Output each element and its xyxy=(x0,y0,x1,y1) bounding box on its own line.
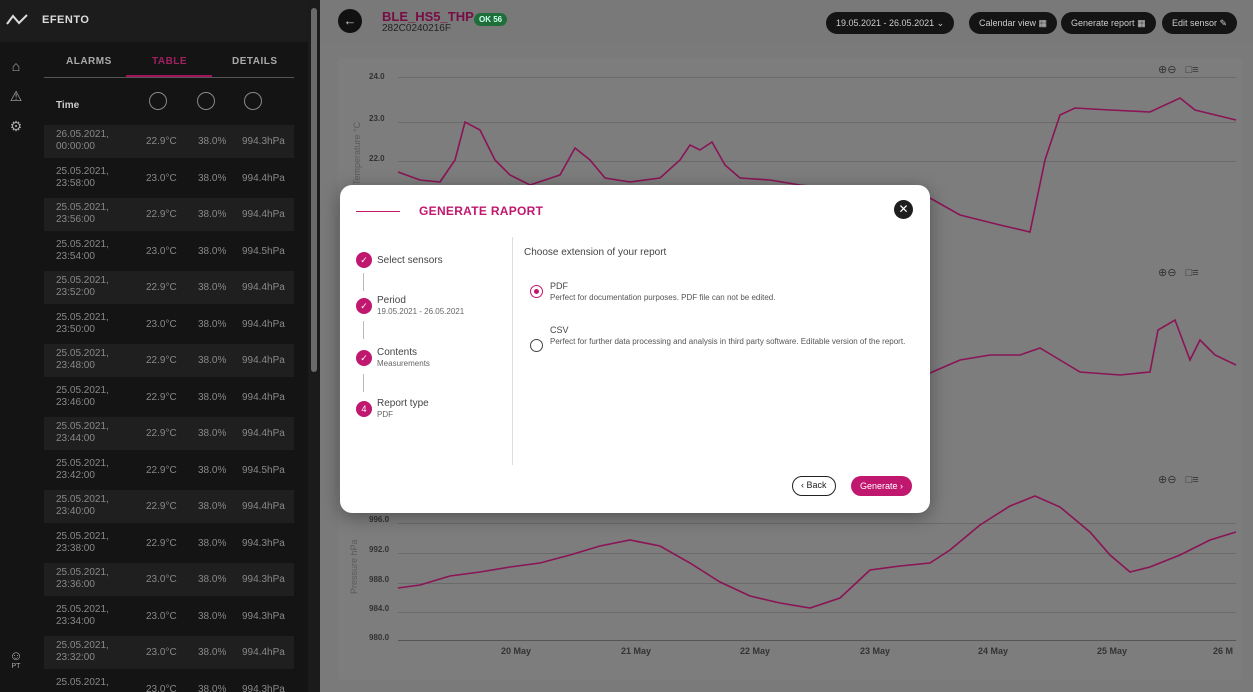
checkmark-icon: ✓ xyxy=(356,252,372,268)
option-name: CSV xyxy=(550,325,569,335)
step-label: Period xyxy=(377,295,406,306)
step-label: Select sensors xyxy=(377,255,443,266)
pdf-radio[interactable] xyxy=(530,285,543,298)
step-label: Contents xyxy=(377,347,418,358)
checkmark-icon: ✓ xyxy=(356,298,372,314)
option-name: PDF xyxy=(550,281,568,291)
generate-report-modal: GENERATE RAPORT ✕ ✓ Select sensors ✓ Per… xyxy=(340,185,930,513)
title-accent-line xyxy=(356,211,400,212)
step-connector xyxy=(363,374,364,392)
choose-extension-label: Choose extension of your report xyxy=(524,247,667,258)
step-label: Report type xyxy=(377,398,429,409)
option-description: Perfect for further data processing and … xyxy=(550,337,906,346)
csv-radio[interactable] xyxy=(530,339,543,352)
step-sublabel: 19.05.2021 - 26.05.2021 xyxy=(377,307,465,316)
humidity-series-line xyxy=(929,318,1237,376)
modal-divider xyxy=(512,237,513,465)
step-sublabel: Measurements xyxy=(377,359,430,368)
checkmark-icon: ✓ xyxy=(356,350,372,366)
step-connector xyxy=(363,273,364,291)
close-button[interactable]: ✕ xyxy=(894,200,913,219)
close-icon: ✕ xyxy=(898,202,909,216)
modal-title: GENERATE RAPORT xyxy=(419,204,544,218)
back-button[interactable]: ‹ Back xyxy=(792,476,836,496)
step-connector xyxy=(363,321,364,339)
step-sublabel: PDF xyxy=(377,410,393,419)
option-description: Perfect for documentation purposes. PDF … xyxy=(550,293,776,302)
step-number: 4 xyxy=(356,401,372,417)
generate-button[interactable]: Generate › xyxy=(851,476,913,496)
